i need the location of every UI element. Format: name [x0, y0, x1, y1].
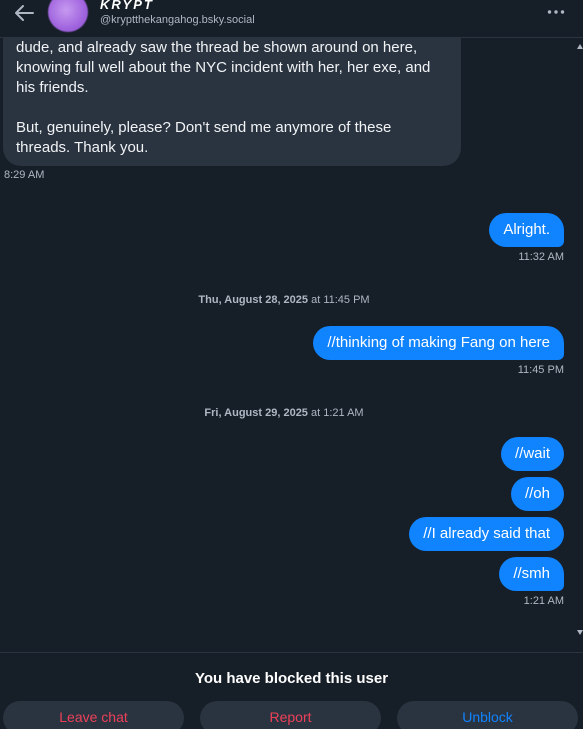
- date-separator-day: Fri, August 29, 2025: [204, 407, 308, 419]
- outgoing-message-bubble[interactable]: //oh: [510, 477, 564, 511]
- outgoing-message-bubble[interactable]: //thinking of making Fang on here: [313, 326, 564, 360]
- date-separator: Thu, August 28, 2025 at 11:45 PM: [0, 294, 568, 306]
- outgoing-message-bubble[interactable]: //I already said that: [409, 517, 564, 551]
- display-name[interactable]: KRYPT: [100, 0, 154, 12]
- ellipsis-icon: [547, 10, 565, 14]
- message-text: But, genuinely, please? Don't send me an…: [16, 119, 392, 156]
- unblock-button[interactable]: Unblock: [397, 701, 578, 729]
- more-options-button[interactable]: [547, 2, 565, 20]
- chat-header: KRYPT @kryptthekangahog.bsky.social: [0, 0, 583, 38]
- outgoing-message-bubble[interactable]: //wait: [500, 437, 564, 471]
- back-button[interactable]: [10, 0, 38, 26]
- message-list[interactable]: dude, and already saw the thread be show…: [0, 38, 583, 652]
- date-separator-time: at 11:45 PM: [308, 294, 370, 306]
- message-timestamp: 1:21 AM: [523, 595, 564, 607]
- message-timestamp: 11:45 PM: [517, 364, 564, 376]
- date-separator-time: at 1:21 AM: [307, 407, 364, 419]
- message-timestamp: 8:29 AM: [4, 169, 45, 181]
- scroll-up-arrow-icon[interactable]: [577, 44, 583, 49]
- outgoing-message-bubble[interactable]: //smh: [499, 557, 564, 591]
- avatar[interactable]: [48, 0, 88, 32]
- message-text: dude, and already saw the thread be show…: [16, 39, 431, 96]
- arrow-left-icon: [15, 5, 34, 21]
- report-button[interactable]: Report: [200, 701, 381, 729]
- user-handle[interactable]: @kryptthekangahog.bsky.social: [100, 14, 255, 26]
- scroll-down-arrow-icon[interactable]: [577, 630, 583, 635]
- blocked-notice: You have blocked this user: [194, 670, 389, 687]
- date-separator: Fri, August 29, 2025 at 1:21 AM: [0, 407, 568, 419]
- chat-footer: You have blocked this user Leave chat Re…: [0, 652, 583, 729]
- outgoing-message-bubble[interactable]: Alright.: [489, 213, 564, 247]
- scrollbar[interactable]: [577, 38, 583, 652]
- incoming-message-bubble[interactable]: dude, and already saw the thread be show…: [3, 38, 461, 166]
- message-timestamp: 11:32 AM: [518, 251, 564, 263]
- leave-chat-button[interactable]: Leave chat: [3, 701, 184, 729]
- date-separator-day: Thu, August 28, 2025: [198, 294, 309, 306]
